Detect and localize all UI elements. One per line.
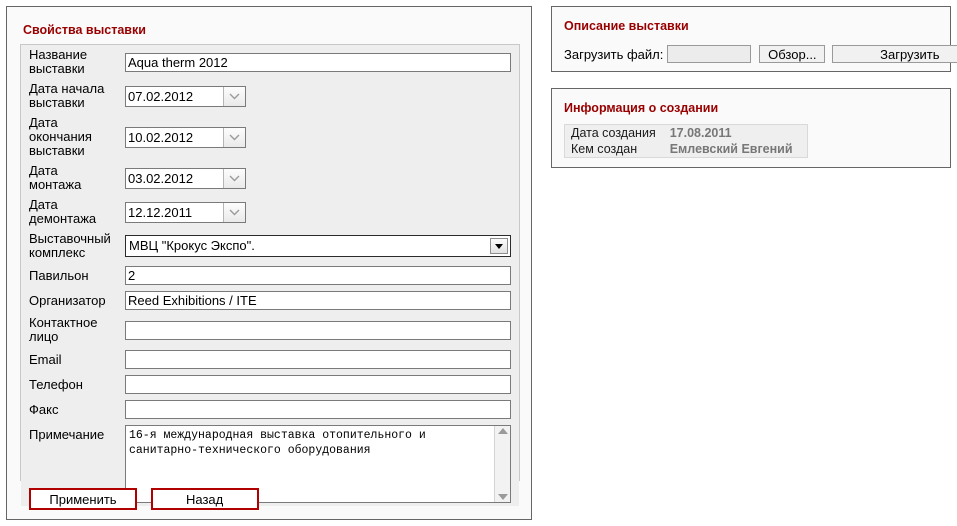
- field-cell-exhibition-complex: МВЦ "Крокус Экспо".: [125, 229, 519, 263]
- back-button[interactable]: Назад: [151, 488, 259, 510]
- chevron-down-icon[interactable]: [223, 87, 245, 106]
- end-date-input[interactable]: [126, 128, 223, 147]
- field-cell-organizer: [125, 288, 519, 313]
- creation-info-row: Дата создания17.08.2011: [565, 125, 808, 142]
- chevron-down-icon[interactable]: [223, 169, 245, 188]
- field-label-exhibition-name: Название выставки: [21, 45, 125, 79]
- end-date-picker[interactable]: [125, 127, 246, 148]
- dismantle-date-input[interactable]: [126, 203, 223, 222]
- properties-form: Название выставкиДата начала выставкиДат…: [20, 44, 520, 481]
- form-row: Организатор: [21, 288, 519, 313]
- form-row: Название выставки: [21, 45, 519, 79]
- field-cell-email: [125, 347, 519, 372]
- field-label-end-date: Дата окончания выставки: [21, 113, 125, 161]
- triangle-down-glyph: [495, 244, 503, 249]
- field-label-pavilion: Павильон: [21, 263, 125, 288]
- creation-panel-legend: Информация о создании: [564, 101, 718, 115]
- form-row: Email: [21, 347, 519, 372]
- exhibition-description-panel: Описание выставки Загрузить файл: Обзор.…: [551, 6, 951, 72]
- creation-info-row: Кем созданЕмлевский Евгений: [565, 141, 808, 158]
- field-label-fax: Факс: [21, 397, 125, 422]
- creation-info-table: Дата создания17.08.2011Кем созданЕмлевск…: [564, 124, 808, 158]
- assembly-date-input[interactable]: [126, 169, 223, 188]
- creation-info-key: Дата создания: [565, 125, 664, 142]
- field-cell-assembly-date: [125, 161, 519, 195]
- start-date-picker[interactable]: [125, 86, 246, 107]
- field-label-email: Email: [21, 347, 125, 372]
- creation-info-key: Кем создан: [565, 141, 664, 158]
- upload-button[interactable]: Загрузить: [832, 45, 957, 63]
- dropdown-arrow-icon[interactable]: [490, 238, 508, 254]
- creation-info-value: 17.08.2011: [664, 125, 807, 142]
- file-path-input[interactable]: [667, 45, 751, 63]
- form-row: Телефон: [21, 372, 519, 397]
- chevron-down-icon[interactable]: [223, 203, 245, 222]
- exhibition-complex-select[interactable]: МВЦ "Крокус Экспо".: [125, 235, 511, 257]
- field-cell-fax: [125, 397, 519, 422]
- field-label-organizer: Организатор: [21, 288, 125, 313]
- scroll-up-icon[interactable]: [498, 428, 508, 434]
- start-date-input[interactable]: [126, 87, 223, 106]
- assembly-date-picker[interactable]: [125, 168, 246, 189]
- chevron-down-icon[interactable]: [223, 128, 245, 147]
- field-cell-exhibition-name: [125, 45, 519, 79]
- field-label-assembly-date: Дата монтажа: [21, 161, 125, 195]
- form-row: Выставочный комплексМВЦ "Крокус Экспо".: [21, 229, 519, 263]
- field-cell-contact-person: [125, 313, 519, 347]
- fax-input[interactable]: [125, 400, 511, 419]
- upload-file-label: Загрузить файл:: [564, 47, 663, 62]
- contact-person-input[interactable]: [125, 321, 511, 340]
- field-cell-end-date: [125, 113, 519, 161]
- description-panel-legend: Описание выставки: [564, 19, 689, 33]
- creation-info-value: Емлевский Евгений: [664, 141, 807, 158]
- apply-button[interactable]: Применить: [29, 488, 137, 510]
- form-row: Факс: [21, 397, 519, 422]
- field-cell-phone: [125, 372, 519, 397]
- exhibition-complex-selected-value: МВЦ "Крокус Экспо".: [126, 236, 490, 256]
- field-label-start-date: Дата начала выставки: [21, 79, 125, 113]
- field-label-phone: Телефон: [21, 372, 125, 397]
- browse-button[interactable]: Обзор...: [759, 45, 825, 63]
- form-row: Дата начала выставки: [21, 79, 519, 113]
- exhibition-properties-panel: Свойства выставки Название выставкиДата …: [6, 6, 532, 520]
- field-label-dismantle-date: Дата демонтажа: [21, 195, 125, 229]
- field-cell-dismantle-date: [125, 195, 519, 229]
- form-row: Дата демонтажа: [21, 195, 519, 229]
- form-action-buttons: Применить Назад: [29, 488, 259, 510]
- email-input[interactable]: [125, 350, 511, 369]
- pavilion-input[interactable]: [125, 266, 511, 285]
- field-label-contact-person: Контактное лицо: [21, 313, 125, 347]
- form-row: Дата монтажа: [21, 161, 519, 195]
- form-row: Павильон: [21, 263, 519, 288]
- properties-panel-legend: Свойства выставки: [23, 23, 146, 37]
- properties-field-table: Название выставкиДата начала выставкиДат…: [21, 45, 519, 506]
- form-row: Дата окончания выставки: [21, 113, 519, 161]
- field-cell-pavilion: [125, 263, 519, 288]
- file-upload-row: Загрузить файл: Обзор... Загрузить: [564, 45, 957, 63]
- creation-info-panel: Информация о создании Дата создания17.08…: [551, 88, 951, 168]
- field-cell-start-date: [125, 79, 519, 113]
- form-row: Контактное лицо: [21, 313, 519, 347]
- phone-input[interactable]: [125, 375, 511, 394]
- field-label-exhibition-complex: Выставочный комплекс: [21, 229, 125, 263]
- scroll-down-icon[interactable]: [498, 494, 508, 500]
- dismantle-date-picker[interactable]: [125, 202, 246, 223]
- organizer-input[interactable]: [125, 291, 511, 310]
- vertical-scrollbar[interactable]: [494, 426, 510, 502]
- exhibition-name-input[interactable]: [125, 53, 511, 72]
